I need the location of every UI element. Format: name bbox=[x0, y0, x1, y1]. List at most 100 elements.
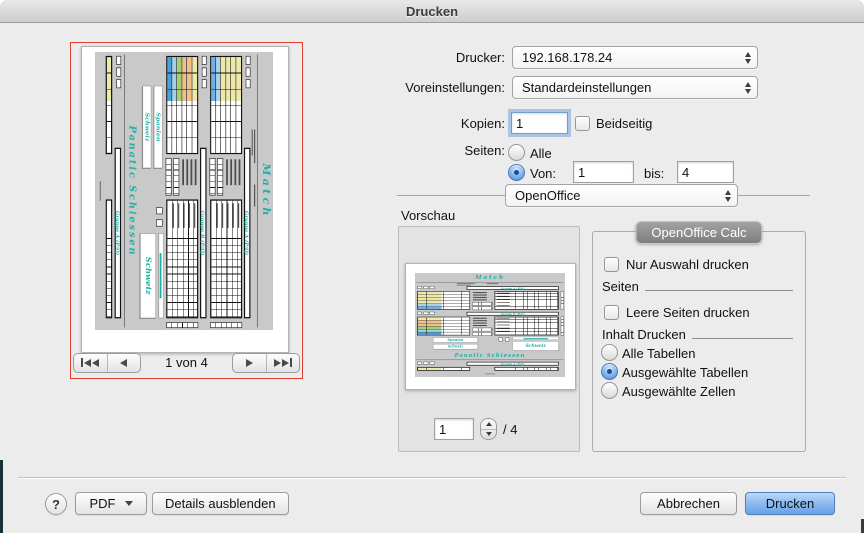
duplex-checkbox[interactable] bbox=[575, 116, 590, 131]
sheet-text-line bbox=[473, 323, 487, 324]
sheet-small-cell bbox=[499, 337, 503, 341]
print-button[interactable]: Drucken bbox=[745, 492, 835, 515]
sheet-header-cell bbox=[430, 286, 435, 289]
prev-page-button[interactable] bbox=[107, 354, 141, 372]
sheet-text-line bbox=[238, 203, 239, 228]
section-rule bbox=[645, 290, 793, 291]
sheet-header-cell bbox=[116, 56, 121, 65]
sheet-mini-grid bbox=[210, 158, 216, 195]
copies-label: Kopien: bbox=[333, 112, 505, 135]
only-selection-checkbox[interactable] bbox=[604, 257, 619, 272]
sheet-side-column bbox=[210, 322, 242, 328]
popup-arrows-icon bbox=[739, 82, 751, 94]
pages-to-input[interactable] bbox=[677, 161, 734, 183]
presets-label: Voreinstellungen: bbox=[333, 76, 505, 99]
sheet-text-line bbox=[124, 55, 125, 328]
sheet-text-line bbox=[252, 130, 253, 156]
pages-all-radio[interactable] bbox=[508, 144, 525, 161]
sheet-small-cell bbox=[156, 219, 163, 226]
sheet-text-line bbox=[160, 253, 162, 298]
sheet-header-cell bbox=[116, 68, 121, 77]
stepper-down-icon[interactable] bbox=[481, 430, 496, 440]
sheet-title-panatic: Panatic Schiessen bbox=[415, 352, 565, 358]
sheet-text-line bbox=[231, 159, 232, 185]
selected-tables-radio[interactable] bbox=[601, 363, 618, 380]
sheet-title-match: Match bbox=[260, 52, 272, 330]
pages-to-label: bis: bbox=[644, 165, 664, 182]
last-page-button[interactable] bbox=[266, 354, 300, 372]
sheet-text-line bbox=[497, 302, 510, 303]
sheet-text-line bbox=[497, 322, 510, 323]
sheet-title-panatic: Panatic Schiessen bbox=[127, 52, 138, 330]
preview-page-input[interactable] bbox=[434, 418, 474, 440]
sheet-result-table bbox=[417, 367, 470, 371]
app-section-select[interactable]: OpenOffice bbox=[505, 184, 738, 207]
next-page-button[interactable] bbox=[233, 354, 266, 372]
sheet-result-table bbox=[417, 291, 470, 310]
sheet-text-line bbox=[178, 203, 179, 228]
first-page-button[interactable] bbox=[74, 354, 107, 372]
sheet-grid-lines bbox=[167, 232, 197, 317]
details-toggle-button[interactable]: Details ausblenden bbox=[152, 492, 289, 515]
preview-page-total: / 4 bbox=[503, 421, 517, 438]
sheet-text-line bbox=[523, 338, 547, 339]
blank-pages-checkbox[interactable] bbox=[604, 305, 619, 320]
selected-tables-label: Ausgewählte Tabellen bbox=[622, 364, 748, 381]
copies-input[interactable] bbox=[511, 112, 568, 134]
sheet-text-line bbox=[254, 130, 255, 164]
page-indicator: 1 von 4 bbox=[165, 355, 208, 370]
preview-thumbnail-panel: MatchGruppe A (P/Q)Gruppe B (P/Q)Spanien… bbox=[70, 42, 303, 379]
sheet-text-line bbox=[473, 318, 487, 319]
popup-arrows-icon bbox=[719, 190, 731, 202]
printer-select[interactable]: 192.168.178.24 bbox=[512, 46, 758, 69]
sheet-grid-lines bbox=[512, 317, 558, 334]
sheet-side-column bbox=[166, 322, 198, 328]
sheet-score-table bbox=[210, 199, 242, 318]
sheet-grid-lines bbox=[473, 307, 493, 310]
sheet-text-line bbox=[226, 159, 227, 185]
sheet-text-line bbox=[195, 159, 196, 185]
nav-back-segment bbox=[73, 353, 141, 373]
sheet-text-line bbox=[254, 185, 255, 207]
preview-panel-label: Vorschau bbox=[401, 207, 455, 224]
pdf-menu-button[interactable]: PDF bbox=[75, 492, 147, 515]
sheet-group-header: Gruppe A (P/Q) bbox=[244, 148, 251, 319]
sheet-grid-lines bbox=[418, 292, 470, 309]
all-tables-radio[interactable] bbox=[601, 344, 618, 361]
print-dialog: Drucken MatchGruppe A (P/Q)Gruppe B (P/Q… bbox=[0, 0, 864, 533]
pdf-label: PDF bbox=[90, 496, 116, 511]
sheet-grid-lines bbox=[473, 333, 493, 336]
sheet-result-table bbox=[106, 56, 113, 154]
stepper-up-icon[interactable] bbox=[481, 419, 496, 430]
preview-page-stepper[interactable] bbox=[480, 418, 497, 440]
sheet-grid-lines bbox=[218, 159, 223, 195]
last-page-icon bbox=[290, 358, 292, 367]
calc-group-tab: OpenOffice Calc bbox=[635, 221, 762, 244]
sheet-grid-lines bbox=[210, 159, 215, 195]
pages-label: Seiten: bbox=[333, 141, 505, 161]
sheet-group-header: Gruppe A (P/Q) bbox=[467, 286, 559, 290]
pages-section-label: Seiten bbox=[602, 279, 639, 294]
spreadsheet-sheet: MatchGruppe A (P/Q)Gruppe B (P/Q)Spanien… bbox=[95, 52, 273, 330]
sheet-text-line bbox=[497, 299, 510, 300]
sheet-group-header: Gruppe B (P/Q) bbox=[200, 148, 207, 319]
sheet-header-cell bbox=[423, 286, 428, 289]
sheet-text-line bbox=[239, 159, 240, 185]
cancel-button[interactable]: Abbrechen bbox=[640, 492, 737, 515]
pages-from-radio[interactable] bbox=[508, 164, 525, 181]
presets-select[interactable]: Standardeinstellungen bbox=[512, 76, 758, 99]
sheet-header-cell bbox=[246, 56, 251, 65]
sheet-result-table bbox=[417, 317, 470, 336]
selected-cells-radio[interactable] bbox=[601, 382, 618, 399]
sheet-header-cell bbox=[116, 79, 121, 88]
sheet-header-cell bbox=[417, 286, 422, 289]
sheet-header-cell bbox=[430, 312, 435, 315]
preview-panel: MatchGruppe A (P/Q)Gruppe B (P/Q)Spanien… bbox=[398, 226, 580, 452]
help-button[interactable]: ? bbox=[45, 493, 67, 515]
pages-from-input[interactable] bbox=[573, 161, 634, 183]
prev-page-icon bbox=[120, 359, 127, 367]
sheet-score-table bbox=[495, 291, 559, 310]
sheet-text-line bbox=[194, 203, 195, 228]
content-section-header: Inhalt Drucken bbox=[602, 327, 793, 342]
sheet-grid-lines bbox=[211, 232, 241, 317]
